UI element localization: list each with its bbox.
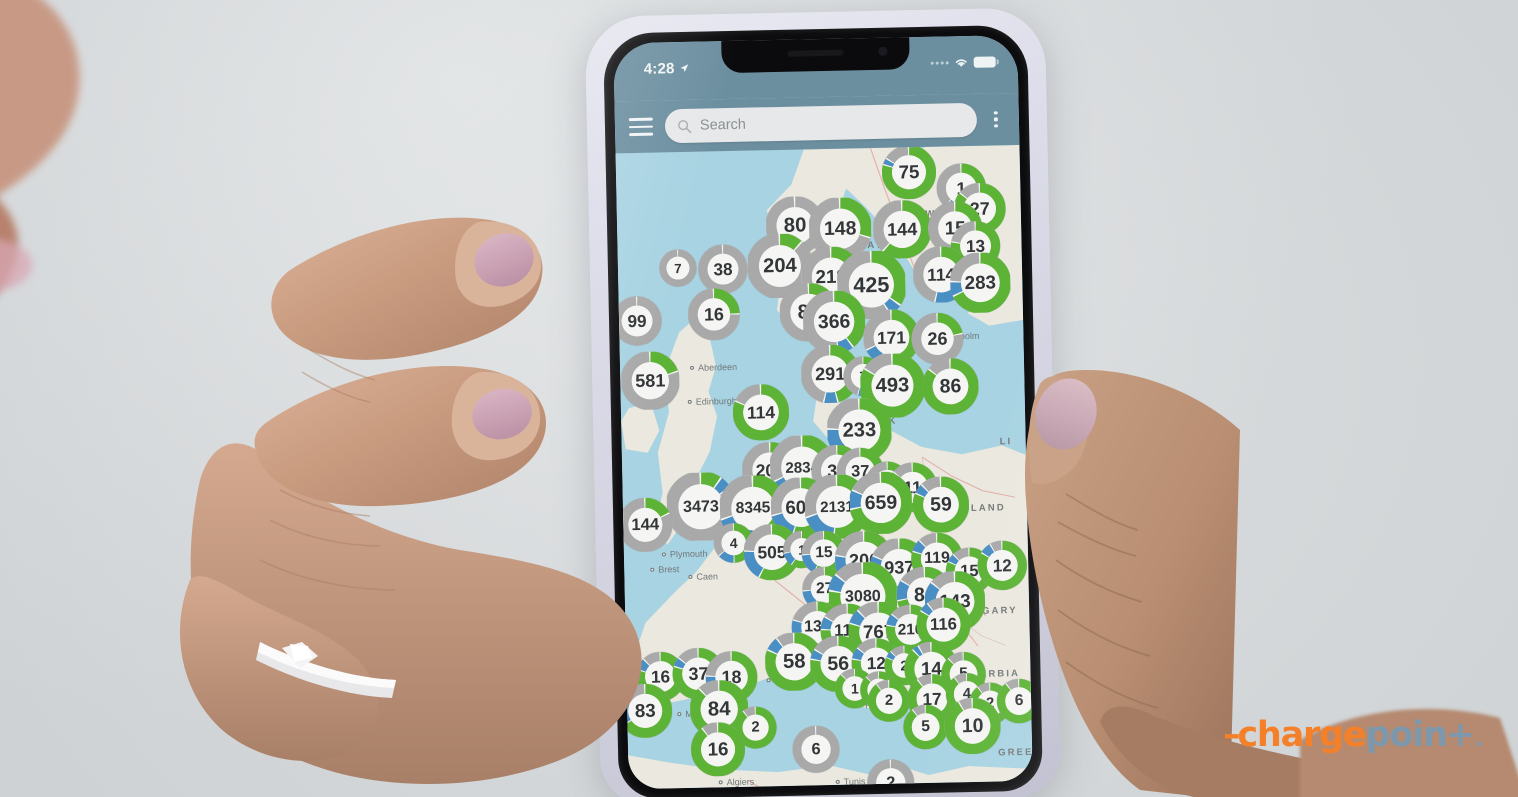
logo-charge: charge xyxy=(1237,715,1366,755)
map-cluster-marker[interactable]: 38 xyxy=(697,244,749,295)
map-city-dot xyxy=(677,712,682,717)
map-city-dot xyxy=(688,574,693,579)
battery-full-icon xyxy=(973,55,996,68)
map-cluster-marker[interactable]: 7 xyxy=(658,248,699,289)
map-cluster-marker[interactable]: 75 xyxy=(881,144,937,200)
phone-screen[interactable]: NORWAYSWEDENDENMARKPOLANDLIHUNGARYSERBIA… xyxy=(613,34,1033,790)
signal-dots-icon xyxy=(930,60,949,65)
map-cluster-marker[interactable]: 83 xyxy=(617,683,673,739)
app-toolbar: Search xyxy=(614,92,1020,154)
map-cluster-marker[interactable]: 581 xyxy=(620,351,680,411)
map-cluster-marker[interactable]: 2 xyxy=(866,758,915,790)
smartphone: NORWAYSWEDENDENMARKPOLANDLIHUNGARYSERBIA… xyxy=(584,7,1072,797)
location-arrow-icon xyxy=(680,64,689,72)
map-cluster-marker[interactable]: 86 xyxy=(921,357,980,416)
status-time-text: 4:28 xyxy=(643,60,675,78)
kebab-menu-icon[interactable] xyxy=(987,109,1005,129)
map-cluster-marker[interactable]: 59 xyxy=(912,476,970,534)
map-cluster-marker[interactable]: 6 xyxy=(792,725,841,774)
map-cluster-marker[interactable]: 10 xyxy=(944,697,1002,755)
map-cluster-marker[interactable]: 114 xyxy=(732,383,790,441)
phone-notch xyxy=(721,35,910,74)
map-cluster-marker[interactable]: 5 xyxy=(902,704,949,751)
search-input[interactable]: Search xyxy=(664,102,978,144)
status-indicators xyxy=(930,55,996,68)
logo-plus: + xyxy=(1445,715,1475,755)
map-city-dot xyxy=(690,365,695,370)
map-cluster-marker[interactable]: 659 xyxy=(849,471,913,535)
search-placeholder: Search xyxy=(699,116,747,134)
phone-body: NORWAYSWEDENDENMARKPOLANDLIHUNGARYSERBIA… xyxy=(603,24,1043,797)
map-cluster-marker[interactable]: 16 xyxy=(687,288,741,341)
map-city-dot xyxy=(650,567,655,572)
map-city-dot xyxy=(835,779,840,784)
status-bar: 4:28 xyxy=(613,34,1019,102)
map-cluster-marker[interactable]: 99 xyxy=(615,295,663,346)
front-camera xyxy=(878,46,888,56)
map-city-dot xyxy=(718,780,723,785)
hamburger-menu-icon[interactable] xyxy=(628,117,654,137)
map-canvas[interactable]: NORWAYSWEDENDENMARKPOLANDLIHUNGARYSERBIA… xyxy=(615,144,1033,790)
logo-poin: poin xyxy=(1365,715,1447,755)
wifi-icon xyxy=(955,59,967,67)
status-time: 4:28 xyxy=(644,60,690,78)
map-cluster-marker[interactable]: 144 xyxy=(617,497,673,553)
search-icon xyxy=(678,119,692,133)
map-cluster-marker[interactable]: 16 xyxy=(690,721,746,777)
chargepoint-logo: – charge poin + . xyxy=(1223,715,1483,755)
map-cluster-marker[interactable]: 6 xyxy=(996,678,1033,725)
map-cluster-marker[interactable]: 283 xyxy=(949,252,1011,314)
earpiece-speaker xyxy=(787,49,844,57)
logo-dot: . xyxy=(1474,727,1483,752)
map-city-dot xyxy=(687,399,692,404)
